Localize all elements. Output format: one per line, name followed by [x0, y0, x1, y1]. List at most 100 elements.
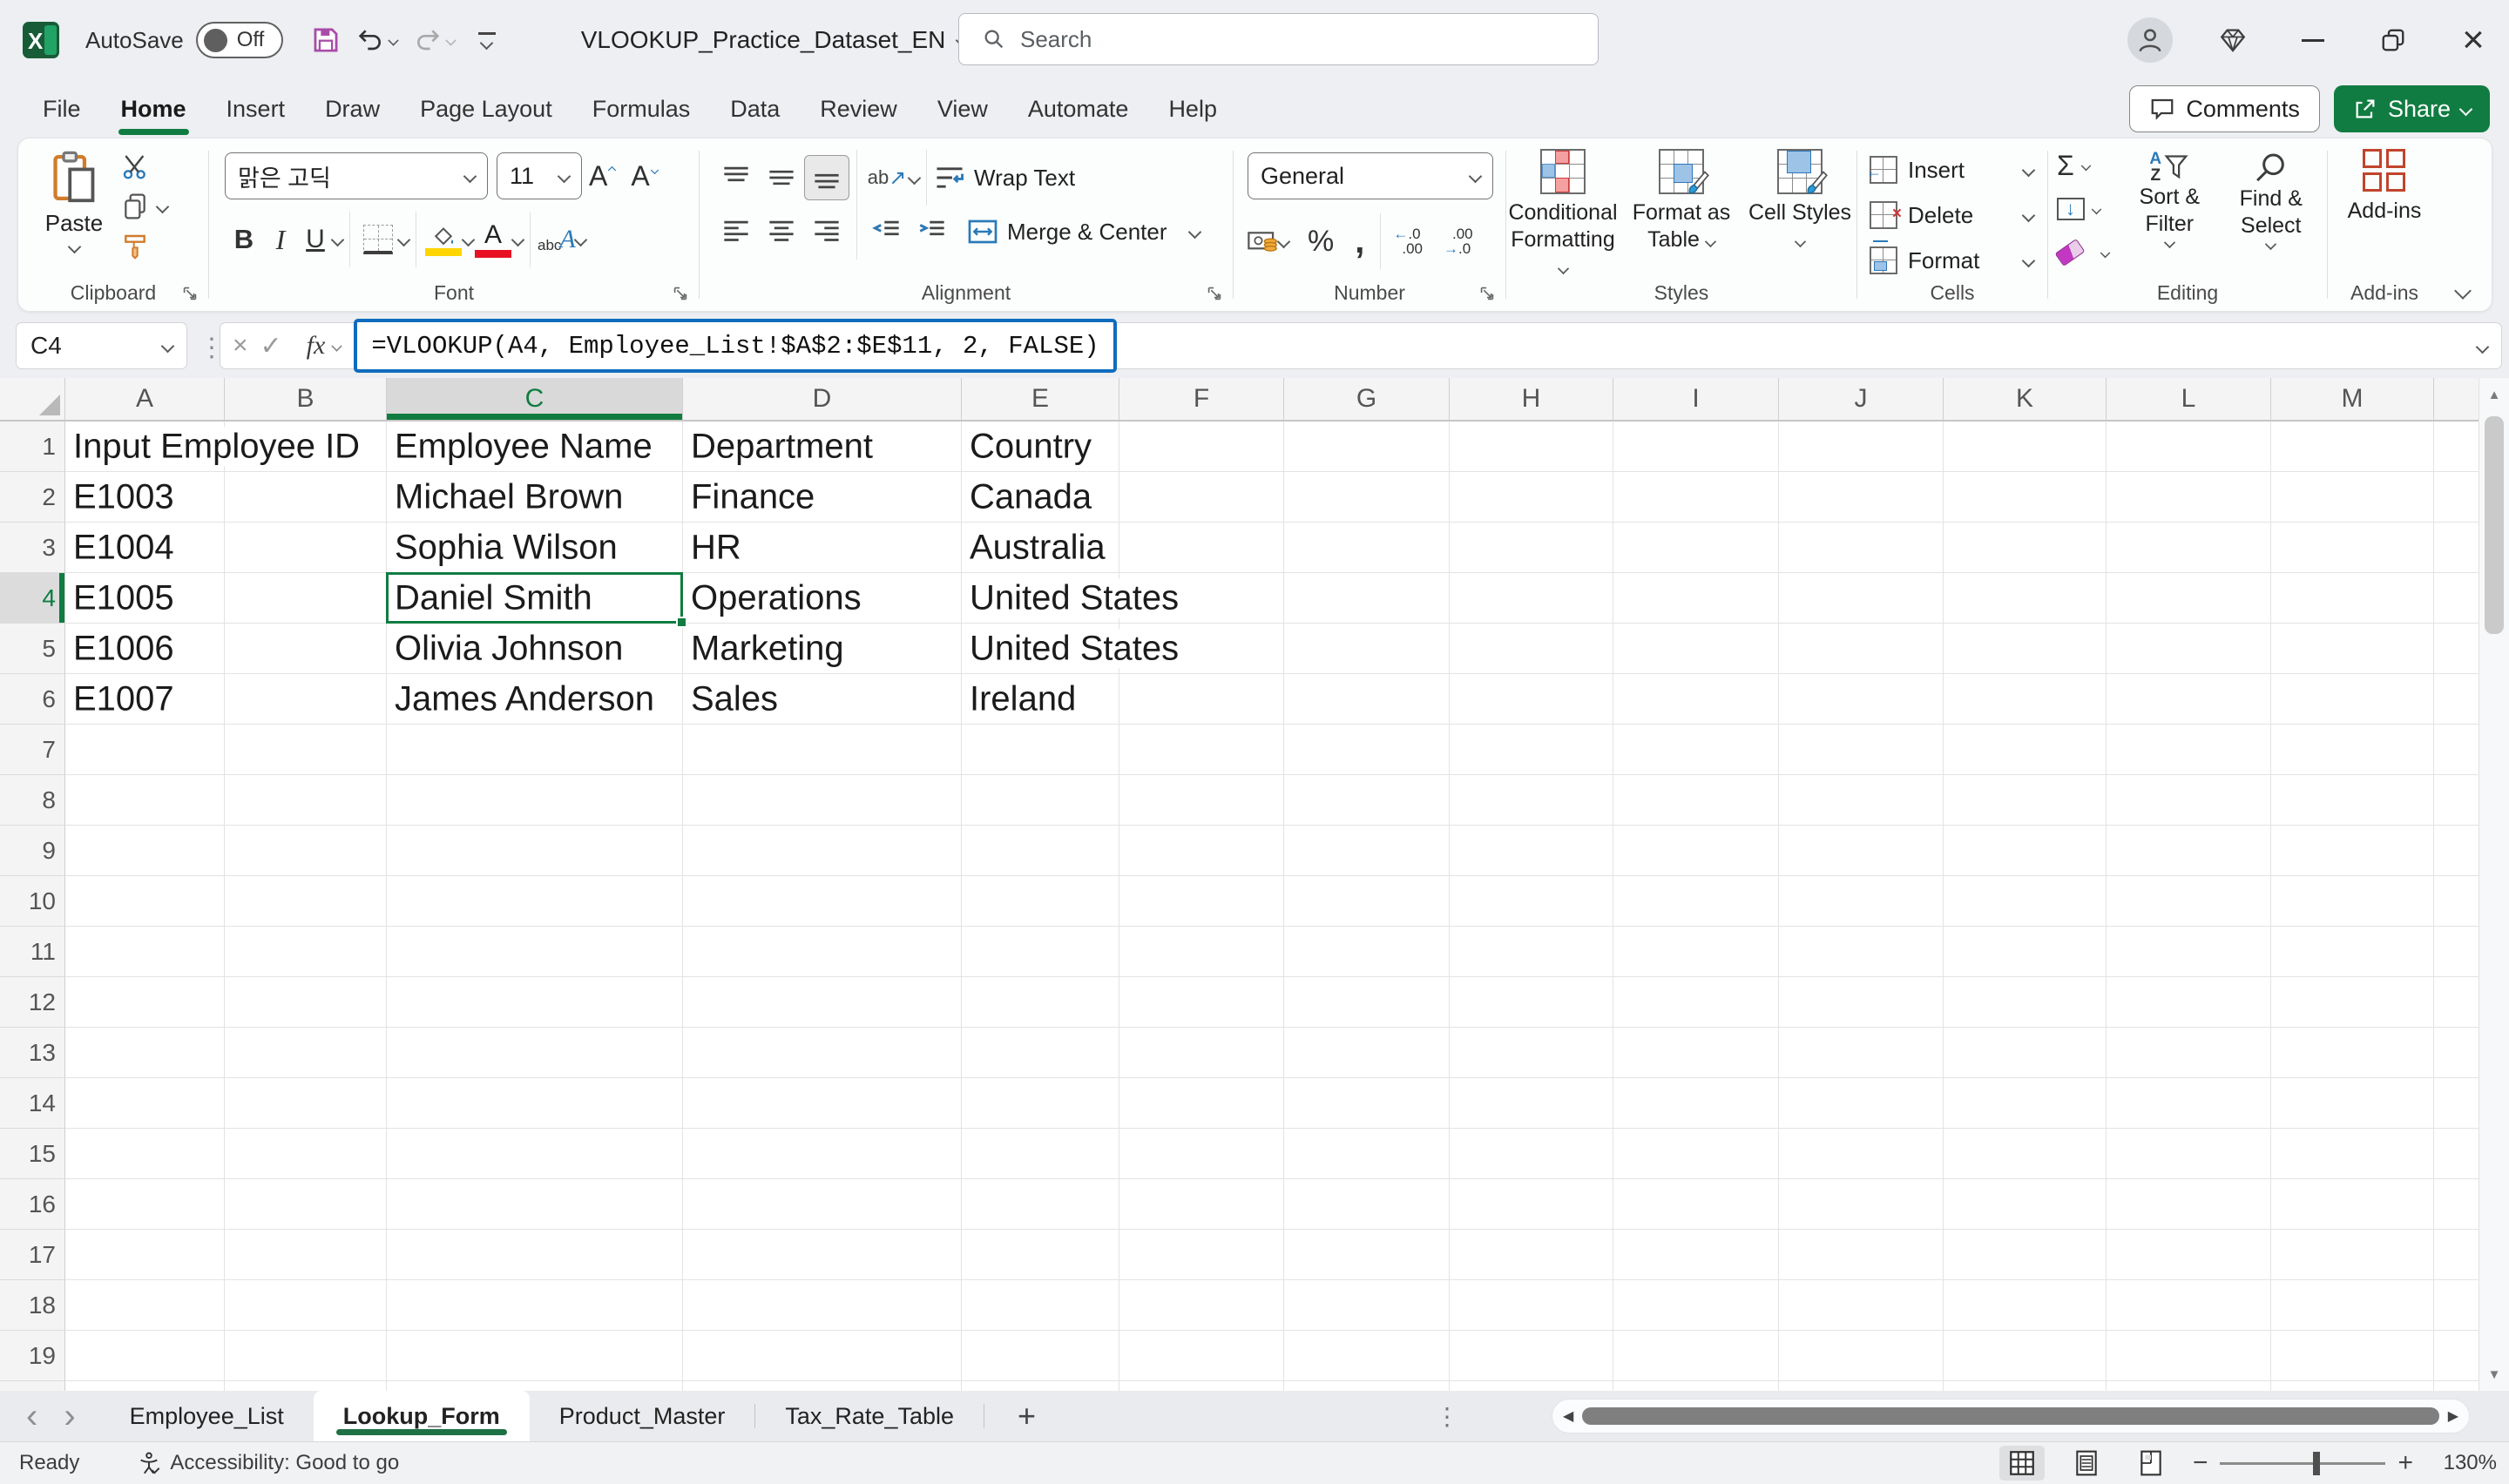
cell-B13[interactable]	[225, 1028, 387, 1078]
cell-G5[interactable]	[1284, 624, 1450, 674]
cell-H20[interactable]	[1450, 1381, 1613, 1391]
premium-gem-button[interactable]	[2213, 20, 2253, 60]
cell-I3[interactable]	[1613, 523, 1779, 573]
cell-B16[interactable]	[225, 1179, 387, 1230]
cell-L8[interactable]	[2107, 775, 2271, 826]
decrease-decimal-button[interactable]: .00→.0	[1438, 226, 1478, 256]
cell-B18[interactable]	[225, 1280, 387, 1331]
column-header-E[interactable]: E	[962, 378, 1119, 422]
cell-H14[interactable]	[1450, 1078, 1613, 1129]
cell-M15[interactable]	[2271, 1129, 2434, 1179]
next-sheet-button[interactable]: ›	[64, 1399, 75, 1433]
normal-view-button[interactable]	[1999, 1446, 2045, 1481]
vertical-scrollbar[interactable]: ▲▼	[2479, 378, 2509, 1391]
cell-A10[interactable]	[65, 876, 225, 927]
column-header-I[interactable]: I	[1613, 378, 1779, 422]
cell-C14[interactable]	[387, 1078, 683, 1129]
cell-L17[interactable]	[2107, 1230, 2271, 1280]
cell-G6[interactable]	[1284, 674, 1450, 725]
account-avatar[interactable]	[2127, 17, 2173, 63]
cell-I20[interactable]	[1613, 1381, 1779, 1391]
row-header-13[interactable]: 13	[0, 1028, 65, 1078]
cell-A4[interactable]: E1005	[65, 573, 225, 624]
column-header-C[interactable]: C	[387, 378, 683, 422]
cell-I13[interactable]	[1613, 1028, 1779, 1078]
menu-tab-draw[interactable]: Draw	[305, 85, 400, 133]
orientation-button[interactable]: ab ↗	[864, 155, 910, 200]
page-break-view-button[interactable]	[2128, 1446, 2174, 1481]
cell-C4[interactable]: Daniel Smith	[387, 573, 683, 624]
cell-H13[interactable]	[1450, 1028, 1613, 1078]
cell-I2[interactable]	[1613, 472, 1779, 523]
expand-formula-bar-chevron-icon[interactable]	[2476, 341, 2490, 354]
cell-M11[interactable]	[2271, 927, 2434, 977]
align-top-button[interactable]	[713, 155, 759, 200]
zoom-slider-thumb[interactable]	[2313, 1452, 2320, 1475]
undo-button[interactable]	[351, 19, 403, 61]
cell-E11[interactable]	[962, 927, 1119, 977]
undo-dropdown-chevron-icon[interactable]	[388, 35, 398, 45]
cell-F1[interactable]	[1119, 422, 1284, 472]
cell-F12[interactable]	[1119, 977, 1284, 1028]
cell-C10[interactable]	[387, 876, 683, 927]
cell-E1[interactable]: Country	[962, 422, 1119, 472]
cell-L15[interactable]	[2107, 1129, 2271, 1179]
cell-D18[interactable]	[683, 1280, 962, 1331]
cell-M3[interactable]	[2271, 523, 2434, 573]
cell-M20[interactable]	[2271, 1381, 2434, 1391]
cell-D17[interactable]	[683, 1230, 962, 1280]
cell-D16[interactable]	[683, 1179, 962, 1230]
row-header-10[interactable]: 10	[0, 876, 65, 927]
cell-B10[interactable]	[225, 876, 387, 927]
borders-button[interactable]	[357, 225, 399, 254]
column-header-H[interactable]: H	[1450, 378, 1613, 422]
cell-B7[interactable]	[225, 725, 387, 775]
italic-button[interactable]: I	[263, 224, 298, 256]
font-color-button[interactable]: A	[473, 222, 513, 258]
cell-K6[interactable]	[1944, 674, 2107, 725]
cell-I15[interactable]	[1613, 1129, 1779, 1179]
cell-M18[interactable]	[2271, 1280, 2434, 1331]
cell-I16[interactable]	[1613, 1179, 1779, 1230]
cell-L5[interactable]	[2107, 624, 2271, 674]
cell-G18[interactable]	[1284, 1280, 1450, 1331]
cell-G7[interactable]	[1284, 725, 1450, 775]
cell-E5[interactable]: United States	[962, 624, 1119, 674]
cell-D11[interactable]	[683, 927, 962, 977]
underline-button[interactable]: U	[298, 225, 333, 254]
horizontal-scrollbar[interactable]: ◀ ▶	[1552, 1399, 2470, 1433]
cell-I1[interactable]	[1613, 422, 1779, 472]
wrap-text-button[interactable]: Wrap Text	[934, 164, 1075, 192]
cell-B17[interactable]	[225, 1230, 387, 1280]
select-all-corner[interactable]	[0, 378, 65, 422]
cell-J4[interactable]	[1779, 573, 1944, 624]
cell-F2[interactable]	[1119, 472, 1284, 523]
cell-K12[interactable]	[1944, 977, 2107, 1028]
increase-font-button[interactable]: A	[582, 157, 624, 196]
cell-M13[interactable]	[2271, 1028, 2434, 1078]
cell-C6[interactable]: James Anderson	[387, 674, 683, 725]
underline-chevron-icon[interactable]	[331, 233, 345, 246]
cell-B8[interactable]	[225, 775, 387, 826]
cell-I11[interactable]	[1613, 927, 1779, 977]
decrease-font-button[interactable]: A	[624, 157, 666, 196]
cell-M14[interactable]	[2271, 1078, 2434, 1129]
cell-C13[interactable]	[387, 1028, 683, 1078]
close-button[interactable]: ×	[2453, 20, 2493, 60]
row-header-1[interactable]: 1	[0, 422, 65, 472]
cell-M9[interactable]	[2271, 826, 2434, 876]
font-size-select[interactable]: 11	[497, 152, 582, 199]
cell-G9[interactable]	[1284, 826, 1450, 876]
cell-C19[interactable]	[387, 1331, 683, 1381]
cell-B15[interactable]	[225, 1129, 387, 1179]
cell-D6[interactable]: Sales	[683, 674, 962, 725]
clipboard-dialog-launcher[interactable]	[180, 284, 200, 303]
row-header-7[interactable]: 7	[0, 725, 65, 775]
column-header-F[interactable]: F	[1119, 378, 1284, 422]
cell-L20[interactable]	[2107, 1381, 2271, 1391]
zoom-out-button[interactable]: −	[2193, 1448, 2208, 1478]
cell-K13[interactable]	[1944, 1028, 2107, 1078]
menu-tab-help[interactable]: Help	[1148, 85, 1237, 133]
row-header-11[interactable]: 11	[0, 927, 65, 977]
cell-H12[interactable]	[1450, 977, 1613, 1028]
